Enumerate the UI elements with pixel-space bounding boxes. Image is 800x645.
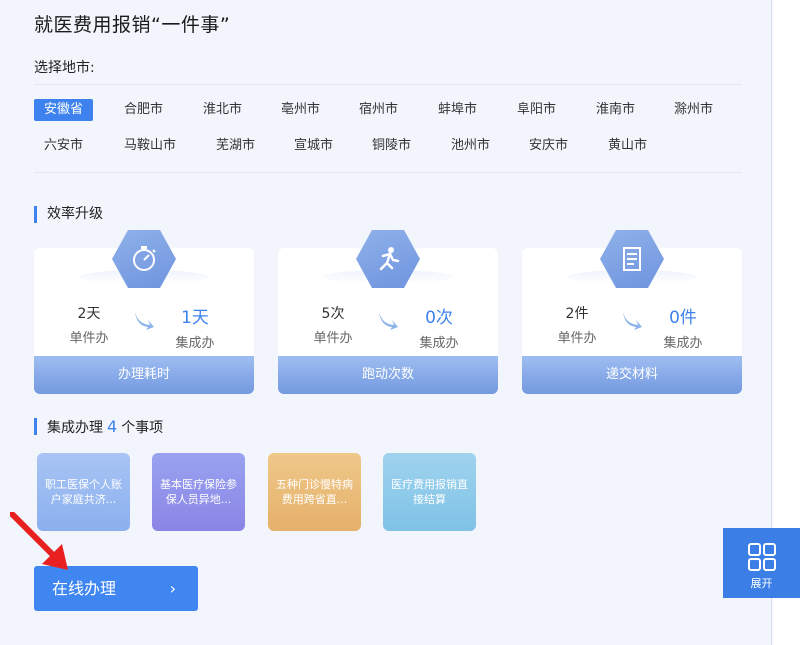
before-value: 5次 <box>321 306 345 322</box>
card-processing-time: 2天 单件办 1天 集成办 办理耗时 <box>34 230 254 394</box>
efficiency-heading: 效率升级 <box>34 206 103 223</box>
integrated-suffix: 个事项 <box>121 420 164 436</box>
city-wuhu[interactable]: 芜湖市 <box>206 135 265 157</box>
online-apply-label: 在线办理 <box>52 579 117 598</box>
annotation-arrow-icon <box>10 512 68 570</box>
city-chuzhou[interactable]: 滁州市 <box>664 99 723 121</box>
grid-icon <box>748 543 776 571</box>
city-bozhou[interactable]: 亳州市 <box>271 99 330 121</box>
integrated-prefix: 集成办理 <box>47 420 103 436</box>
tile-label: 五种门诊慢特病费用跨省直... <box>276 478 353 506</box>
chevron-right-icon: › <box>169 579 176 598</box>
before-stat: 5次 单件办 <box>298 303 368 346</box>
city-suzhou[interactable]: 宿州市 <box>349 99 408 121</box>
divider <box>34 84 742 85</box>
after-value: 0件 <box>669 308 697 328</box>
city-anqing[interactable]: 安庆市 <box>519 135 578 157</box>
city-anhui[interactable]: 安徽省 <box>34 99 94 121</box>
tile-label: 基本医疗保险参保人员异地... <box>160 478 237 506</box>
before-stat: 2件 单件办 <box>542 303 612 346</box>
tile-label: 职工医保个人账户家庭共济... <box>45 478 122 506</box>
city-xuancheng[interactable]: 宣城市 <box>284 135 343 157</box>
arrow-icon <box>379 312 398 330</box>
after-stat: 0件 集成办 <box>648 303 718 351</box>
page-title: 就医费用报销“一件事” <box>34 14 231 36</box>
after-stat: 1天 集成办 <box>160 303 230 351</box>
main-panel: 就医费用报销“一件事” 选择地市: 安徽省 合肥市 淮北市 亳州市 宿州市 蚌埠… <box>0 0 772 645</box>
tile-medical-insurance-remote[interactable]: 基本医疗保险参保人员异地... <box>152 453 245 531</box>
integrated-count: 4 <box>107 417 118 436</box>
before-label: 单件办 <box>313 331 353 346</box>
after-label: 集成办 <box>419 336 459 351</box>
arrow-icon <box>135 312 154 330</box>
integrated-heading: 集成办理 4 个事项 <box>34 417 164 436</box>
city-tongling[interactable]: 铜陵市 <box>362 135 421 157</box>
card-documents: 2件 单件办 0件 集成办 递交材料 <box>522 230 742 394</box>
before-label: 单件办 <box>69 331 109 346</box>
city-bengbu[interactable]: 蚌埠市 <box>428 99 487 121</box>
card-visit-count: 5次 单件办 0次 集成办 跑动次数 <box>278 230 498 394</box>
before-value: 2天 <box>77 306 101 322</box>
after-value: 0次 <box>425 308 453 328</box>
before-stat: 2天 单件办 <box>54 303 124 346</box>
city-maanshan[interactable]: 马鞍山市 <box>114 135 186 157</box>
after-label: 集成办 <box>663 336 703 351</box>
tile-chronic-disease[interactable]: 五种门诊慢特病费用跨省直... <box>268 453 361 531</box>
arrow-icon <box>623 312 642 330</box>
card-footer: 跑动次数 <box>278 356 498 394</box>
tile-label: 医疗费用报销直接结算 <box>391 478 468 506</box>
city-fuyang[interactable]: 阜阳市 <box>507 99 566 121</box>
city-chizhou[interactable]: 池州市 <box>441 135 500 157</box>
city-huangshan[interactable]: 黄山市 <box>598 135 657 157</box>
before-label: 单件办 <box>557 331 597 346</box>
city-hefei[interactable]: 合肥市 <box>114 99 173 121</box>
tile-direct-settlement[interactable]: 医疗费用报销直接结算 <box>383 453 476 531</box>
expand-button[interactable]: 展开 <box>723 528 800 598</box>
city-huainan[interactable]: 淮南市 <box>586 99 645 121</box>
city-luan[interactable]: 六安市 <box>34 135 93 157</box>
efficiency-heading-text: 效率升级 <box>47 206 103 222</box>
divider <box>34 172 742 173</box>
after-value: 1天 <box>181 308 209 328</box>
after-stat: 0次 集成办 <box>404 303 474 351</box>
after-label: 集成办 <box>175 336 215 351</box>
expand-label: 展开 <box>750 577 773 590</box>
city-huaibei[interactable]: 淮北市 <box>193 99 252 121</box>
city-select-label: 选择地市: <box>34 60 95 76</box>
card-footer: 办理耗时 <box>34 356 254 394</box>
card-footer: 递交材料 <box>522 356 742 394</box>
before-value: 2件 <box>565 306 589 322</box>
